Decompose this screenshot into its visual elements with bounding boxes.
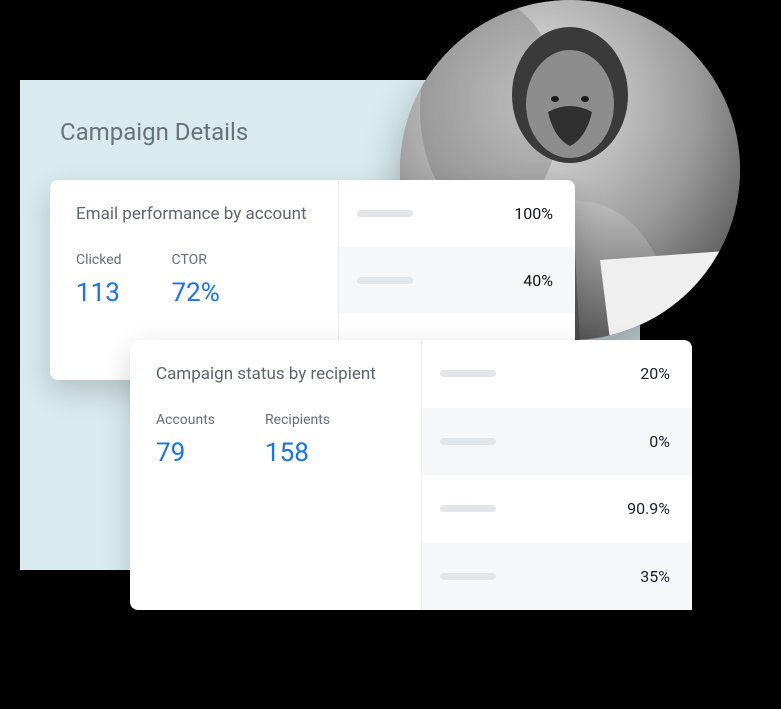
row-percentage: 20% [640, 364, 670, 383]
bar-placeholder-icon [357, 210, 413, 217]
table-row: 0% [422, 408, 692, 476]
table-row: 35% [422, 543, 692, 611]
stat-accounts: Accounts 79 [156, 412, 215, 468]
stat-label: Clicked [76, 252, 122, 268]
campaign-status-rows: 20% 0% 90.9% 35% [422, 340, 692, 610]
stats-row: Clicked 113 CTOR 72% [76, 252, 312, 308]
bar-placeholder-icon [440, 370, 496, 377]
bar-placeholder-icon [440, 438, 496, 445]
stat-value: 158 [265, 438, 330, 468]
bar-placeholder-icon [357, 277, 413, 284]
stats-row: Accounts 79 Recipients 158 [156, 412, 395, 468]
stat-label: CTOR [172, 252, 220, 268]
bar-placeholder-icon [440, 505, 496, 512]
row-percentage: 100% [514, 204, 553, 223]
stat-label: Accounts [156, 412, 215, 428]
stat-recipients: Recipients 158 [265, 412, 330, 468]
page-title: Campaign Details [60, 118, 248, 146]
table-row: 90.9% [422, 475, 692, 543]
row-percentage: 0% [649, 432, 670, 451]
campaign-status-card: Campaign status by recipient Accounts 79… [130, 340, 692, 610]
card-title: Campaign status by recipient [156, 364, 395, 384]
table-row: 40% [339, 247, 575, 314]
table-row: 20% [422, 340, 692, 408]
stat-clicked: Clicked 113 [76, 252, 122, 308]
stat-ctor: CTOR 72% [172, 252, 220, 308]
campaign-status-summary: Campaign status by recipient Accounts 79… [130, 340, 422, 610]
stat-value: 79 [156, 438, 215, 468]
stat-value: 113 [76, 278, 122, 308]
stat-value: 72% [172, 278, 220, 308]
bar-placeholder-icon [440, 573, 496, 580]
row-percentage: 40% [523, 271, 553, 290]
row-percentage: 90.9% [627, 499, 670, 518]
row-percentage: 35% [640, 567, 670, 586]
table-row: 100% [339, 180, 575, 247]
stat-label: Recipients [265, 412, 330, 428]
card-title: Email performance by account [76, 204, 312, 224]
